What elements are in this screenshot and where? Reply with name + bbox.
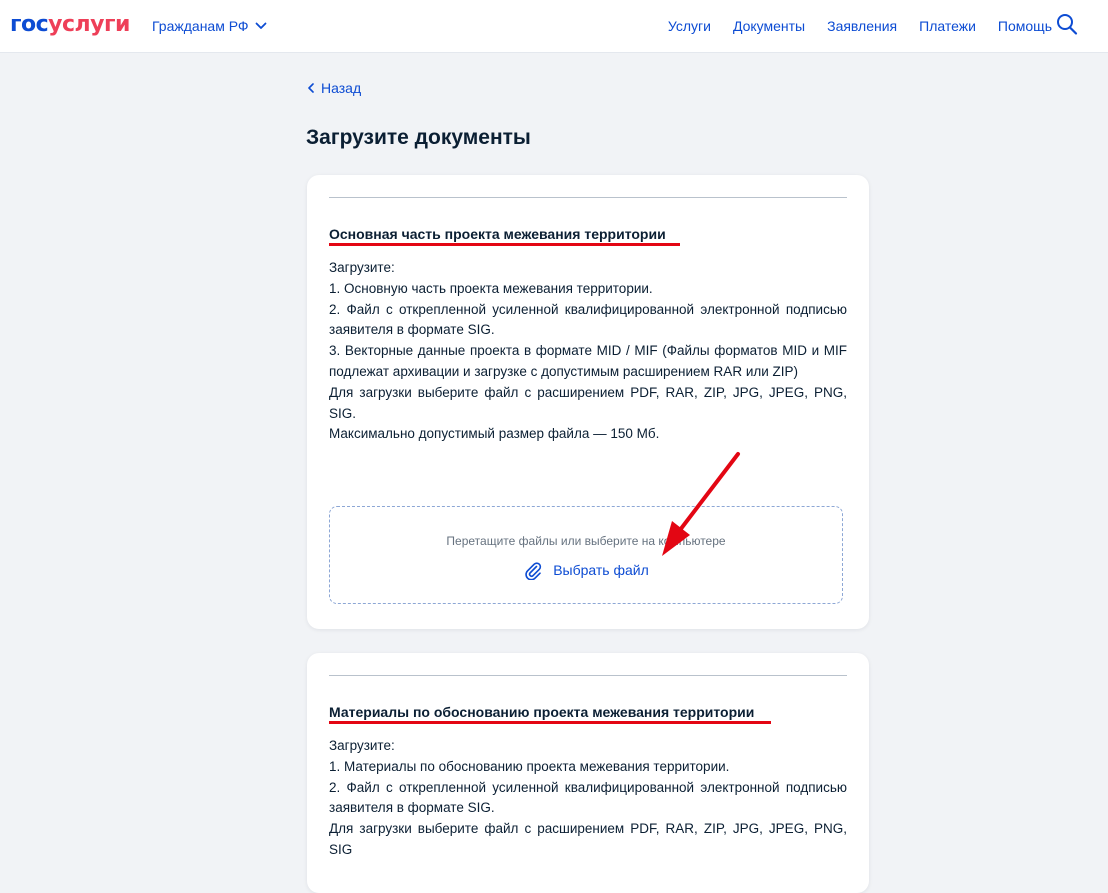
page-title: Загрузите документы bbox=[306, 126, 531, 149]
section-description: Загрузите: 1. Основную часть проекта меж… bbox=[329, 258, 847, 445]
choose-file-button[interactable]: Выбрать файл bbox=[330, 560, 842, 580]
choose-file-label: Выбрать файл bbox=[553, 562, 649, 578]
file-dropzone[interactable]: Перетащите файлы или выберите на компьют… bbox=[329, 506, 843, 604]
back-label: Назад bbox=[321, 80, 362, 96]
upload-card-main-part: Основная часть проекта межевания террито… bbox=[307, 175, 869, 629]
nav-item-documents[interactable]: Документы bbox=[733, 16, 805, 36]
description-line: Загрузите: bbox=[329, 738, 395, 753]
logo-part-uslugi: услуги bbox=[48, 12, 130, 37]
description-line: Для загрузки выберите файл с расширением… bbox=[329, 821, 847, 857]
description-line: Максимально допустимый размер файла — 15… bbox=[329, 426, 660, 442]
section-title: Материалы по обоснованию проекта межеван… bbox=[329, 704, 755, 720]
section-description: Загрузите: 1. Материалы по обоснованию п… bbox=[329, 736, 847, 861]
nav-item-applications[interactable]: Заявления bbox=[827, 16, 897, 36]
region-dropdown[interactable]: Гражданам РФ bbox=[152, 16, 267, 36]
chevron-left-icon bbox=[308, 83, 314, 93]
nav-item-payments[interactable]: Платежи bbox=[919, 16, 976, 36]
description-line: 3. Векторные данные проекта в формате MI… bbox=[329, 343, 847, 379]
section-title: Основная часть проекта межевания террито… bbox=[329, 226, 666, 242]
card-divider bbox=[329, 675, 847, 676]
chevron-down-icon bbox=[255, 22, 266, 29]
paperclip-icon bbox=[525, 562, 542, 580]
card-divider bbox=[329, 197, 847, 198]
annotation-underline bbox=[329, 721, 771, 724]
region-label: Гражданам РФ bbox=[152, 18, 249, 34]
dropzone-hint: Перетащите файлы или выберите на компьют… bbox=[446, 534, 726, 548]
description-line: 1. Основную часть проекта межевания терр… bbox=[329, 280, 653, 296]
annotation-underline bbox=[329, 243, 680, 246]
description-line: Для загрузки выберите файл с расширением… bbox=[329, 384, 847, 421]
main-nav: Услуги Документы Заявления Платежи Помощ… bbox=[668, 16, 1052, 36]
back-link[interactable]: Назад bbox=[307, 79, 361, 97]
description-line: 2. Файл с открепленной усиленной квалифи… bbox=[329, 301, 847, 338]
description-line: Загрузите: bbox=[329, 260, 395, 275]
gosuslugi-logo[interactable]: госуслуги bbox=[10, 12, 130, 38]
search-icon[interactable] bbox=[1056, 12, 1078, 36]
upload-card-justification: Материалы по обоснованию проекта межеван… bbox=[307, 653, 869, 893]
description-line: 2. Файл с открепленной усиленной квалифи… bbox=[329, 779, 847, 816]
nav-item-help[interactable]: Помощь bbox=[998, 16, 1052, 36]
top-header: госуслуги Гражданам РФ Услуги Документы … bbox=[0, 0, 1108, 52]
description-line: 1. Материалы по обоснованию проекта меже… bbox=[329, 758, 730, 774]
nav-item-services[interactable]: Услуги bbox=[668, 16, 711, 36]
logo-part-gos: гос bbox=[10, 12, 49, 37]
